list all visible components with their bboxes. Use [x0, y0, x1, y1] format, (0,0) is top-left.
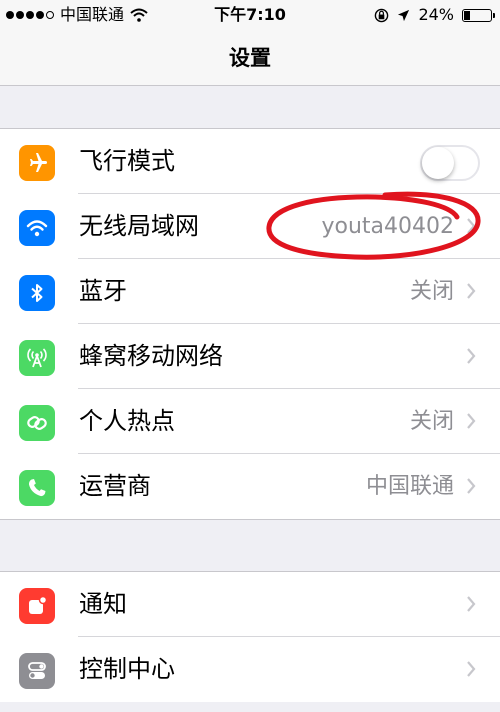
cellular-antenna-icon	[19, 340, 55, 376]
row-bluetooth[interactable]: 蓝牙 关闭	[0, 259, 500, 324]
control-center-icon	[19, 653, 55, 689]
row-control-center[interactable]: 控制中心	[0, 637, 500, 702]
settings-group-system: 通知 控制中心	[0, 571, 500, 702]
nav-bar: 设置	[0, 30, 500, 86]
chevron-right-icon	[467, 413, 476, 429]
airplane-mode-toggle[interactable]	[420, 145, 480, 181]
notifications-icon	[19, 588, 55, 624]
battery-percent: 24%	[418, 5, 454, 24]
chevron-right-icon	[467, 661, 476, 677]
carrier-value: 中国联通	[365, 474, 454, 499]
chevron-right-icon	[467, 478, 476, 494]
hotspot-chain-icon	[19, 405, 55, 441]
row-wlan[interactable]: 无线局域网 youta40402	[0, 194, 500, 259]
phone-icon	[19, 470, 55, 506]
row-carrier[interactable]: 运营商 中国联通	[0, 454, 500, 519]
row-label: 蓝牙	[79, 277, 127, 305]
page-title: 设置	[229, 46, 271, 70]
wlan-network-name: youta40402	[321, 214, 454, 239]
row-label: 飞行模式	[79, 147, 175, 175]
chevron-right-icon	[467, 283, 476, 299]
wifi-icon	[19, 210, 55, 246]
chevron-right-icon	[467, 218, 476, 234]
row-label: 通知	[79, 590, 127, 618]
battery-icon	[462, 8, 495, 22]
row-notifications[interactable]: 通知	[0, 572, 500, 637]
settings-group-connectivity: 飞行模式 无线局域网 youta40402 蓝牙 关闭 蜂窝移动网络 个人热点 …	[0, 128, 500, 520]
row-label: 个人热点	[79, 407, 175, 435]
bluetooth-icon	[19, 275, 55, 311]
hotspot-status: 关闭	[409, 409, 454, 434]
chevron-right-icon	[467, 596, 476, 612]
chevron-right-icon	[467, 348, 476, 364]
row-label: 蜂窝移动网络	[79, 342, 223, 370]
row-airplane-mode[interactable]: 飞行模式	[0, 129, 500, 194]
row-personal-hotspot[interactable]: 个人热点 关闭	[0, 389, 500, 454]
row-label: 无线局域网	[79, 212, 199, 240]
row-cellular[interactable]: 蜂窝移动网络	[0, 324, 500, 389]
row-label: 控制中心	[79, 655, 175, 683]
bluetooth-status: 关闭	[409, 279, 454, 304]
row-label: 运营商	[79, 472, 151, 500]
rotation-lock-icon	[375, 8, 389, 22]
status-bar: 中国联通 下午7:10 24%	[0, 0, 500, 30]
airplane-icon	[19, 145, 55, 181]
location-arrow-icon	[398, 9, 410, 21]
